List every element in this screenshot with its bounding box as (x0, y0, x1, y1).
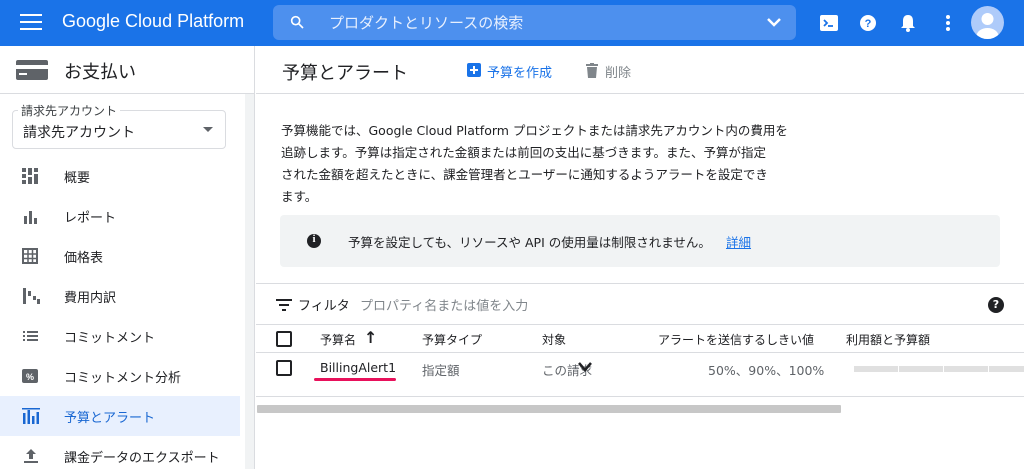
dashboard-icon (22, 168, 38, 184)
budget-type-cell: 指定額 (422, 363, 460, 378)
info-note-text: 予算を設定しても、リソースや API の使用量は制限されません。 (348, 235, 711, 250)
column-header-scope: 対象 (542, 333, 567, 347)
intro-line: ます。 (281, 189, 318, 204)
search-input[interactable]: プロダクトとリソースの検索 (329, 12, 523, 33)
sidebar-item-cost-breakdown[interactable]: 費用内訳 (0, 276, 240, 316)
billing-card-icon (16, 60, 48, 80)
sidebar-item-commitment-analysis[interactable]: % コミットメント分析 (0, 356, 240, 396)
create-budget-label: 予算を作成 (487, 66, 553, 81)
svg-text:%: % (26, 372, 34, 382)
sidebar-item-label: 価格表 (64, 251, 104, 266)
billing-account-value: 請求先アカウント (23, 125, 135, 141)
horizontal-scrollbar[interactable] (256, 404, 1024, 414)
search-bar[interactable]: プロダクトとリソースの検索 (273, 5, 796, 40)
chevron-down-icon[interactable] (578, 362, 592, 372)
sidebar-item-label: 予算とアラート (64, 411, 156, 426)
table-header: 予算名 ↑ 予算タイプ 対象 アラートを送信するしきい値 利用額と予算額 (256, 325, 1024, 353)
add-box-icon (467, 63, 481, 77)
percent-icon: % (22, 369, 38, 383)
info-icon (307, 233, 321, 248)
cloud-shell-icon[interactable] (818, 12, 840, 34)
intro-line: された金額を超えたときに、課金管理者とユーザーに通知するようアラートを設定でき (281, 167, 768, 182)
sidebar-item-commitments[interactable]: コミットメント (0, 316, 240, 356)
column-header-type: 予算タイプ (422, 333, 483, 347)
search-icon (290, 15, 304, 29)
help-icon[interactable]: ? (857, 12, 879, 34)
budget-icon (22, 408, 40, 424)
table-row[interactable]: BillingAlert1 指定額 この請求 50%、90%、100% (256, 353, 1024, 397)
billing-account-label: 請求先アカウント (18, 102, 121, 119)
person-icon (976, 13, 999, 39)
spend-progress-bar (854, 366, 1024, 372)
delete-label: 削除 (605, 66, 632, 81)
svg-text:?: ? (865, 18, 872, 30)
highlight-underline (314, 378, 396, 381)
product-brand[interactable]: Google Cloud Platform (62, 11, 244, 32)
top-app-bar: Google Cloud Platform プロダクトとリソースの検索 ? (0, 0, 1024, 46)
sidebar-item-label: 課金データのエクスポート (64, 451, 220, 466)
filter-bar: フィルタ プロパティ名または値を入力 ? (256, 283, 1024, 325)
row-checkbox[interactable] (276, 360, 292, 376)
sidebar-item-label: コミットメント (64, 331, 156, 346)
bell-icon[interactable] (897, 12, 919, 34)
table-icon (22, 248, 38, 264)
page-header: 予算とアラート 予算を作成 削除 (256, 46, 1024, 94)
sidebar-item-budgets-alerts[interactable]: 予算とアラート (0, 396, 240, 436)
intro-description: 予算機能では、Google Cloud Platform プロジェクトまたは請求… (281, 120, 801, 208)
sidebar-item-label: レポート (64, 211, 117, 226)
sidebar-item-pricing[interactable]: 価格表 (0, 236, 240, 276)
sidebar-item-label: コミットメント分析 (64, 371, 182, 386)
chevron-down-icon[interactable] (766, 16, 782, 28)
column-header-name[interactable]: 予算名 (320, 331, 356, 348)
billing-sidebar: お支払い 請求先アカウント 請求先アカウント 概要 レポート 価格表 費用内訳 … (0, 46, 255, 469)
sidebar-item-label: 費用内訳 (64, 291, 117, 306)
intro-line: 追跡します。予算は指定された金額または前回の支出に基づきます。また、予算が指定 (281, 145, 767, 160)
help-icon[interactable]: ? (988, 297, 1004, 313)
sidebar-scrollbar[interactable] (245, 94, 254, 469)
column-header-spend: 利用額と予算額 (846, 333, 931, 347)
filter-input[interactable]: プロパティ名または値を入力 (360, 295, 960, 314)
upload-icon (24, 449, 38, 463)
column-header-thresholds: アラートを送信するしきい値 (658, 333, 815, 347)
sidebar-item-reports[interactable]: レポート (0, 196, 240, 236)
filter-label[interactable]: フィルタ (298, 295, 350, 314)
budget-name-link[interactable]: BillingAlert1 (320, 360, 396, 375)
sidebar-item-billing-export[interactable]: 課金データのエクスポート (0, 436, 240, 476)
scrollbar-thumb[interactable] (257, 405, 841, 413)
sidebar-title: お支払い (64, 62, 136, 83)
budget-thresholds-cell: 50%、90%、100% (708, 363, 825, 378)
intro-line: 予算機能では、Google Cloud Platform プロジェクトまたは請求… (281, 123, 788, 138)
menu-icon[interactable] (20, 14, 42, 32)
info-note: 予算を設定しても、リソースや API の使用量は制限されません。 詳細 (280, 215, 1000, 267)
bar-chart-icon (24, 211, 37, 224)
sidebar-item-overview[interactable]: 概要 (0, 156, 240, 196)
more-vert-icon[interactable] (937, 12, 959, 34)
waterfall-icon (23, 288, 40, 304)
page-title: 予算とアラート (282, 63, 408, 84)
trash-icon (586, 63, 598, 78)
sidebar-header: お支払い (0, 46, 255, 94)
dropdown-arrow-icon (203, 127, 213, 132)
list-icon (23, 331, 38, 341)
sort-arrow-up-icon[interactable]: ↑ (364, 328, 377, 347)
learn-more-link[interactable]: 詳細 (726, 232, 751, 251)
filter-list-icon (276, 299, 292, 311)
account-avatar[interactable] (971, 6, 1004, 39)
sidebar-item-label: 概要 (64, 171, 91, 186)
select-all-checkbox[interactable] (276, 331, 292, 347)
